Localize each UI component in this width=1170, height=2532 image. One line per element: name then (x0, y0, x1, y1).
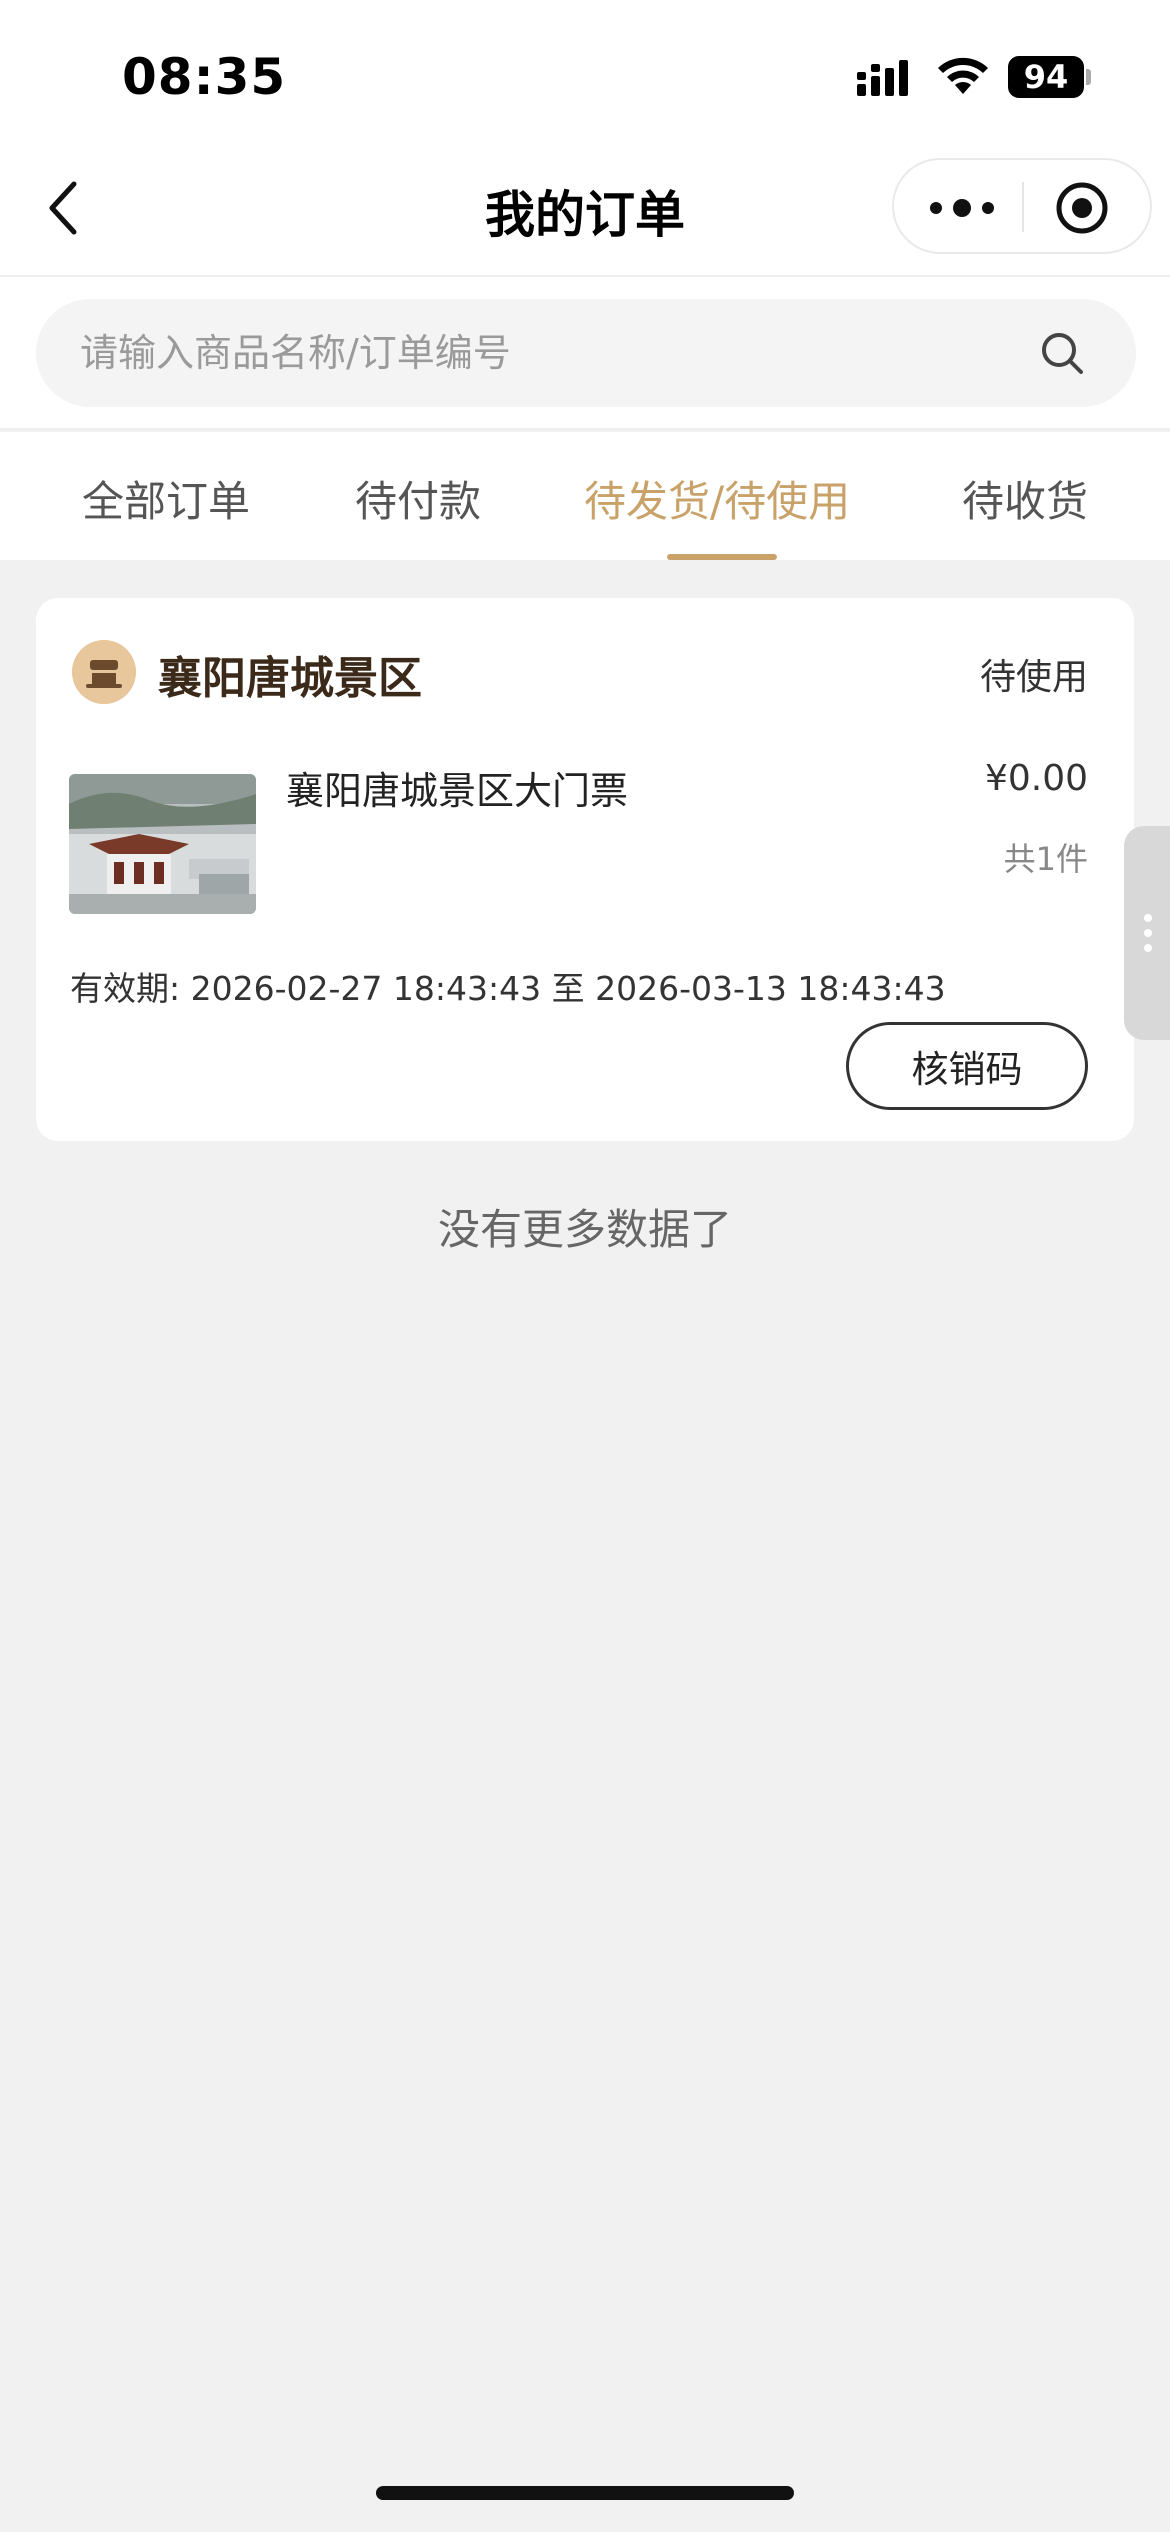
product-thumbnail[interactable] (69, 774, 256, 914)
product-name[interactable]: 襄阳唐城景区大门票 (286, 760, 628, 815)
status-time: 08:35 (122, 48, 287, 106)
battery-level: 94 (1008, 56, 1084, 98)
store-icon (72, 640, 136, 704)
active-tab-indicator (667, 554, 777, 560)
home-indicator[interactable] (376, 2486, 794, 2500)
verification-code-button[interactable]: 核销码 (846, 1022, 1088, 1110)
order-card[interactable]: 襄阳唐城景区 待使用 襄阳唐城景区大门票 ¥0.00 共1件 有效期: 2026… (36, 598, 1134, 1141)
product-price: ¥0.00 (984, 758, 1088, 799)
order-tabs: 全部订单 待付款 待发货/待使用 待收货 (0, 432, 1170, 560)
shop-name[interactable]: 襄阳唐城景区 (158, 642, 422, 706)
tab-pending-receipt[interactable]: 待收货 (962, 468, 1088, 529)
validity-period: 有效期: 2026-02-27 18:43:43 至 2026-03-13 18… (70, 962, 946, 1010)
capsule-divider (1022, 182, 1024, 232)
mini-program-capsule (892, 158, 1152, 254)
handle-dot (1144, 914, 1152, 922)
validity-end: 2026-03-13 18:43:43 (595, 969, 946, 1008)
tab-pending-payment[interactable]: 待付款 (355, 468, 481, 529)
product-quantity: 共1件 (1003, 840, 1088, 878)
battery-nub (1086, 69, 1091, 85)
tab-all-orders[interactable]: 全部订单 (82, 468, 250, 529)
no-more-data-text: 没有更多数据了 (437, 1205, 732, 1254)
search-field[interactable] (36, 299, 1136, 407)
validity-label: 有效期: (70, 969, 181, 1008)
nav-bar: 我的订单 (0, 150, 1170, 270)
order-status: 待使用 (979, 657, 1088, 698)
cellular-signal-icon (857, 60, 908, 96)
handle-dot (1144, 929, 1152, 937)
handle-dot (1144, 944, 1152, 952)
search-icon[interactable] (1038, 329, 1086, 377)
wifi-icon (938, 57, 988, 94)
top-area: 08:35 94 我的订单 (0, 0, 1170, 275)
battery-icon: 94 (1008, 56, 1091, 98)
side-drawer-handle[interactable] (1124, 826, 1170, 1040)
tab-pending-shipment-use[interactable]: 待发货/待使用 (584, 468, 850, 529)
target-close-icon[interactable] (1054, 180, 1110, 236)
search-bar (0, 275, 1170, 430)
search-input[interactable] (80, 299, 1040, 407)
validity-separator: 至 (551, 969, 585, 1008)
validity-start: 2026-02-27 18:43:43 (190, 969, 542, 1008)
more-dots-icon[interactable] (922, 184, 1002, 232)
status-bar: 08:35 94 (0, 0, 1170, 140)
